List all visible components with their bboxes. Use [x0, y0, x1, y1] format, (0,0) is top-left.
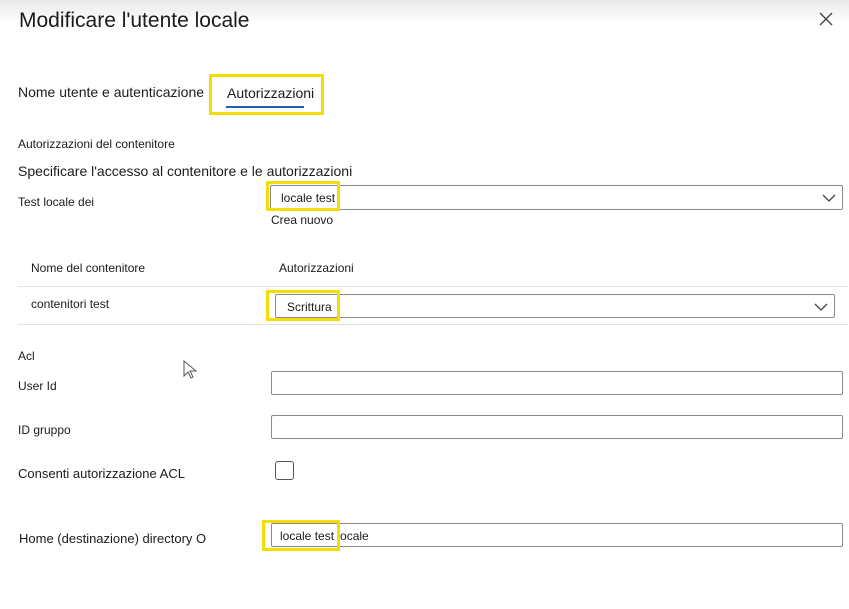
- group-id-label: ID gruppo: [18, 423, 71, 437]
- create-new-link[interactable]: Crea nuovo: [271, 213, 333, 227]
- table-header-divider: [18, 286, 848, 287]
- section-heading-container-permissions: Autorizzazioni del contenitore: [18, 137, 175, 151]
- user-id-label: User Id: [18, 379, 57, 393]
- table-header-container-name: Nome del contenitore: [31, 261, 146, 275]
- highlight-box-home-directory: [262, 520, 340, 551]
- active-tab-underline: [226, 106, 304, 108]
- highlight-box-permission: [266, 290, 340, 321]
- storage-account-label: Test locale dei: [18, 195, 95, 209]
- highlight-box-storage: [266, 181, 340, 211]
- user-id-input[interactable]: [271, 371, 843, 395]
- dialog-title: Modificare l'utente locale: [19, 9, 250, 32]
- home-directory-label: Home (destinazione) directory O: [19, 531, 207, 546]
- group-id-input[interactable]: [271, 415, 843, 439]
- storage-account-select[interactable]: locale test: [270, 185, 843, 210]
- table-header-permissions: Autorizzazioni: [279, 261, 354, 275]
- chevron-down-icon: [814, 303, 828, 311]
- chevron-down-icon: [822, 194, 836, 202]
- close-icon: [819, 12, 833, 26]
- permission-select[interactable]: Scrittura: [275, 294, 835, 318]
- tab-permissions[interactable]: Autorizzazioni: [227, 85, 314, 101]
- table-row-container-name: contenitori test: [31, 297, 110, 311]
- mouse-cursor-icon: [183, 360, 198, 379]
- allow-acl-checkbox[interactable]: [275, 461, 294, 480]
- close-button[interactable]: [815, 8, 837, 30]
- section-description: Specificare l'accesso al contenitore e l…: [18, 163, 353, 179]
- tab-user-auth[interactable]: Nome utente e autenticazione: [18, 84, 204, 100]
- acl-heading: Acl: [18, 349, 35, 363]
- table-row-divider: [18, 324, 848, 325]
- home-directory-input[interactable]: locale test locale: [271, 523, 843, 547]
- allow-acl-label: Consenti autorizzazione ACL: [18, 466, 185, 481]
